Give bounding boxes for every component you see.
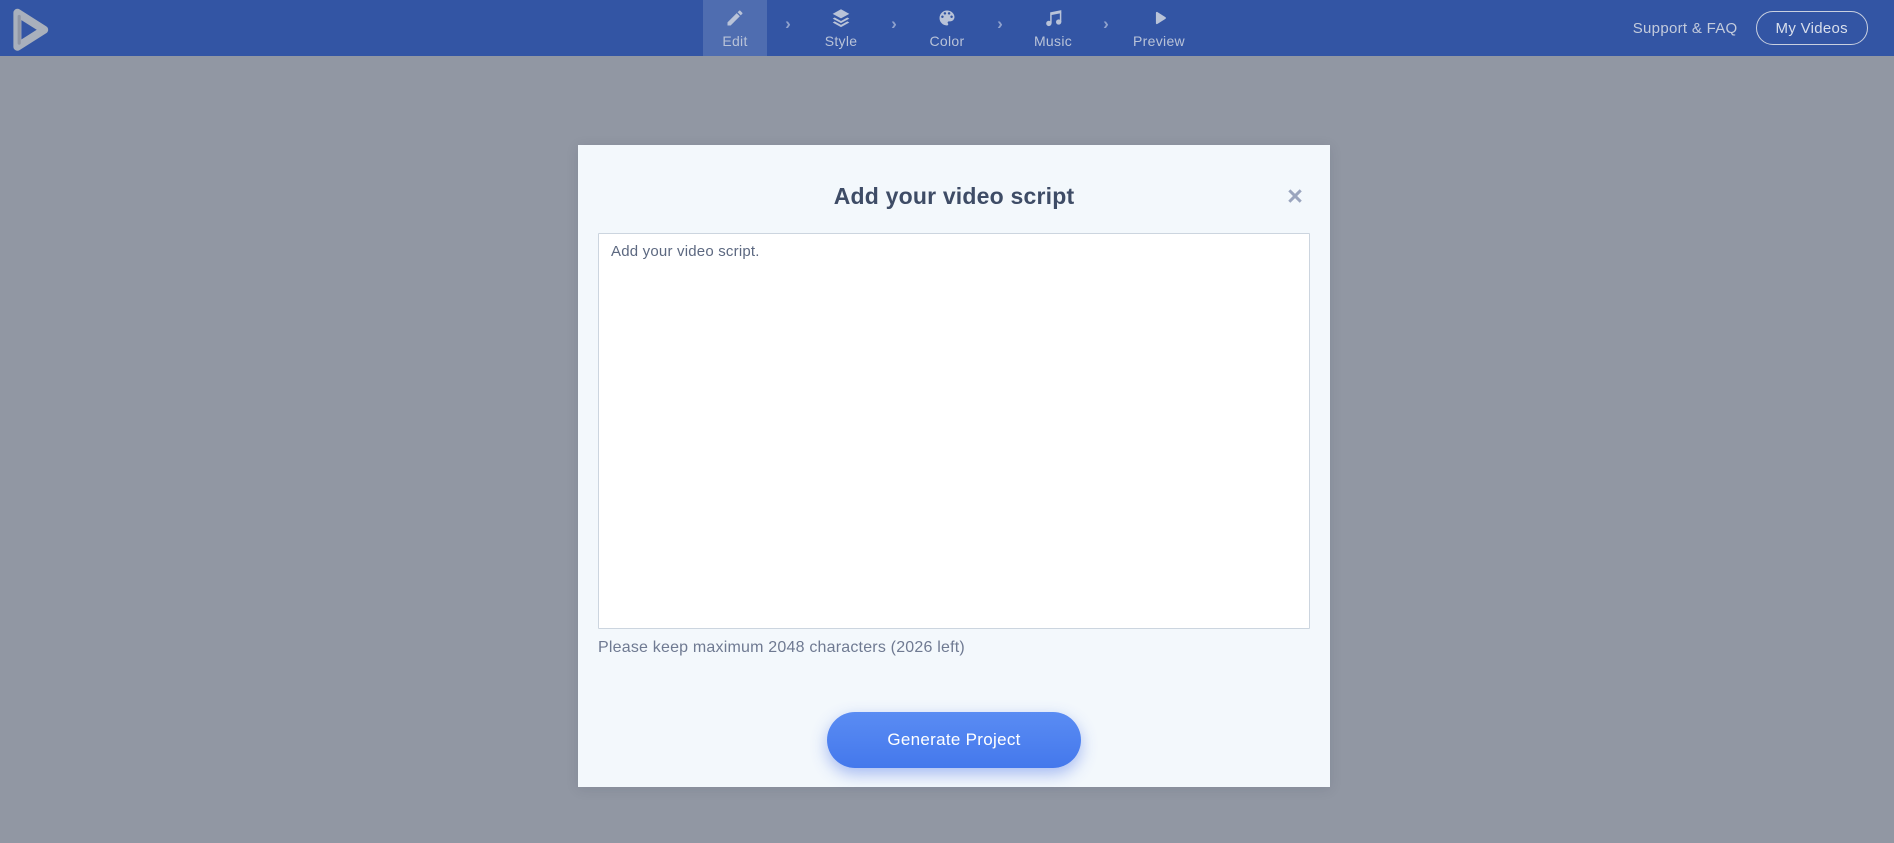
step-style[interactable]: Style [809, 0, 873, 56]
music-note-icon [1043, 7, 1063, 29]
char-limit-helper: Please keep maximum 2048 characters (202… [598, 639, 965, 657]
step-label: Color [930, 33, 965, 49]
chevron-right-icon: › [979, 0, 1021, 56]
step-preview[interactable]: Preview [1127, 0, 1191, 56]
step-label: Music [1034, 33, 1072, 49]
palette-icon [937, 7, 957, 29]
support-faq-link[interactable]: Support & FAQ [1633, 20, 1738, 37]
generate-project-button[interactable]: Generate Project [827, 712, 1081, 768]
chevron-right-icon: › [767, 0, 809, 56]
top-navbar: Edit › Style › Color › [0, 0, 1894, 56]
step-edit[interactable]: Edit [703, 0, 767, 56]
app-logo-play-icon[interactable] [4, 3, 54, 53]
my-videos-button[interactable]: My Videos [1756, 11, 1868, 45]
chevron-right-icon: › [873, 0, 915, 56]
step-color[interactable]: Color [915, 0, 979, 56]
step-music[interactable]: Music [1021, 0, 1085, 56]
step-label: Style [825, 33, 858, 49]
chevron-right-icon: › [1085, 0, 1127, 56]
workflow-steps: Edit › Style › Color › [703, 0, 1191, 56]
play-icon [1149, 7, 1169, 29]
add-script-modal: Add your video script × Add your video s… [578, 145, 1330, 787]
step-label: Preview [1133, 33, 1185, 49]
step-label: Edit [722, 33, 747, 49]
close-icon[interactable]: × [1281, 182, 1309, 210]
video-script-input[interactable]: Add your video script. [598, 233, 1310, 629]
modal-title: Add your video script [578, 183, 1330, 210]
layers-icon [831, 7, 851, 29]
navbar-right-group: Support & FAQ My Videos [1633, 0, 1868, 56]
pencil-icon [725, 7, 745, 29]
